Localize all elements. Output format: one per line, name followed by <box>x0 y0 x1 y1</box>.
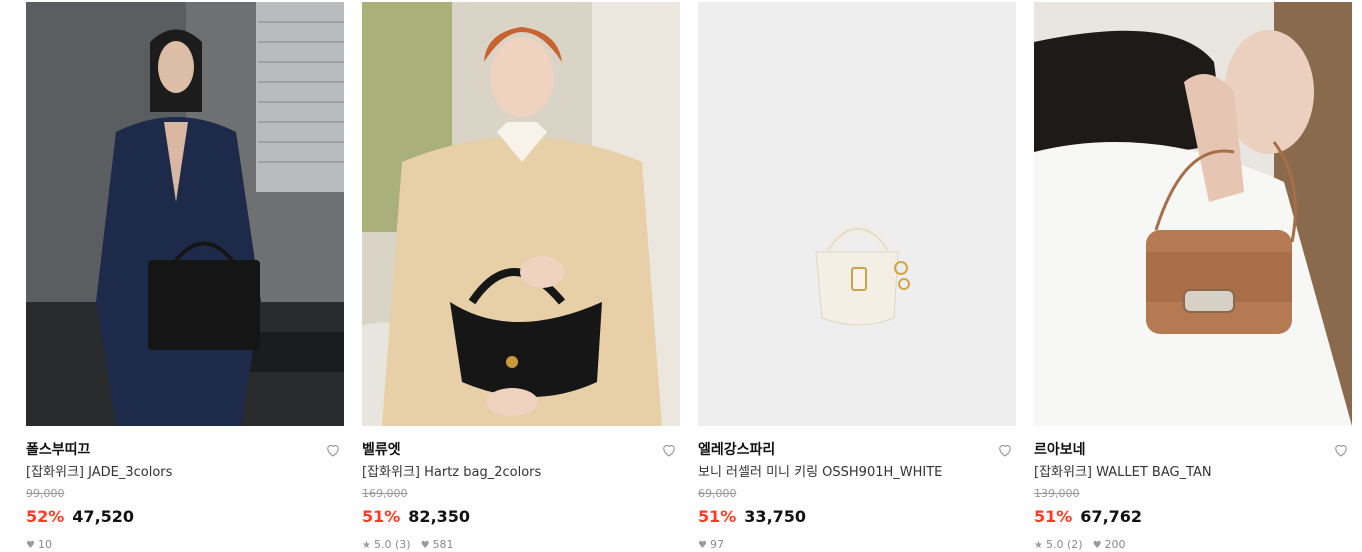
product-card[interactable]: 벨류엣 [잡화위크] Hartz bag_2colors 169,000 51%… <box>362 2 680 551</box>
product-card[interactable]: 르아보네 [잡화위크] WALLET BAG_TAN 139,000 51% 6… <box>1034 2 1352 551</box>
product-meta: ★ 5.0 (3) ♥ 581 <box>362 537 680 551</box>
product-grid: 폴스부띠끄 [잡화위크] JADE_3colors 99,000 52% 47,… <box>26 2 1352 551</box>
star-icon: ★ <box>362 539 371 551</box>
likes-count: 581 <box>432 537 454 551</box>
heart-outline-icon[interactable] <box>996 441 1014 459</box>
product-image[interactable] <box>26 2 344 426</box>
likes: ♥ 97 <box>698 538 724 551</box>
product-image[interactable] <box>1034 2 1352 426</box>
product-title[interactable]: [잡화위크] WALLET BAG_TAN <box>1034 463 1352 483</box>
original-price: 99,000 <box>26 487 65 500</box>
brand-name[interactable]: 엘레강스파리 <box>698 440 1016 460</box>
product-title[interactable]: [잡화위크] JADE_3colors <box>26 463 344 483</box>
brand-name[interactable]: 폴스부띠끄 <box>26 440 344 460</box>
rating: ★ 5.0 (3) <box>362 538 411 551</box>
heart-outline-icon[interactable] <box>1332 441 1350 459</box>
product-image[interactable] <box>698 2 1016 426</box>
product-title[interactable]: [잡화위크] Hartz bag_2colors <box>362 463 680 483</box>
product-image[interactable] <box>362 2 680 426</box>
product-meta: ♥ 10 <box>26 537 344 551</box>
product-card[interactable]: 엘레강스파리 보니 러셀러 미니 키링 OSSH901H_WHITE 69,00… <box>698 2 1016 551</box>
likes-count: 200 <box>1104 537 1126 551</box>
heart-outline-icon[interactable] <box>660 441 678 459</box>
sale-price: 33,750 <box>744 507 807 526</box>
heart-outline-icon[interactable] <box>324 441 342 459</box>
product-meta: ♥ 97 <box>698 537 1016 551</box>
product-meta: ★ 5.0 (2) ♥ 200 <box>1034 537 1352 551</box>
heart-filled-icon: ♥ <box>1092 539 1102 551</box>
likes: ♥ 10 <box>26 538 52 551</box>
price-row: 51% 33,750 <box>698 505 1016 529</box>
price-row: 52% 47,520 <box>26 505 344 529</box>
likes: ♥ 581 <box>421 538 454 551</box>
heart-filled-icon: ♥ <box>698 539 707 551</box>
discount-rate: 51% <box>698 507 737 526</box>
discount-rate: 51% <box>1034 507 1073 526</box>
likes: ♥ 200 <box>1093 538 1126 551</box>
rating-value: 5.0 <box>373 537 392 551</box>
original-price: 69,000 <box>698 487 737 500</box>
heart-filled-icon: ♥ <box>420 539 430 551</box>
likes-count: 97 <box>709 537 724 551</box>
sale-price: 67,762 <box>1080 507 1143 526</box>
brand-name[interactable]: 벨류엣 <box>362 440 680 460</box>
original-price: 139,000 <box>1034 487 1080 500</box>
sale-price: 47,520 <box>72 507 135 526</box>
discount-rate: 51% <box>362 507 401 526</box>
original-price: 169,000 <box>362 487 408 500</box>
likes-count: 10 <box>37 537 52 551</box>
discount-rate: 52% <box>26 507 65 526</box>
product-card[interactable]: 폴스부띠끄 [잡화위크] JADE_3colors 99,000 52% 47,… <box>26 2 344 551</box>
brand-name[interactable]: 르아보네 <box>1034 440 1352 460</box>
price-row: 51% 82,350 <box>362 505 680 529</box>
rating-value: 5.0 <box>1045 537 1064 551</box>
star-icon: ★ <box>1034 539 1043 551</box>
price-row: 51% 67,762 <box>1034 505 1352 529</box>
product-title[interactable]: 보니 러셀러 미니 키링 OSSH901H_WHITE <box>698 463 1016 483</box>
heart-filled-icon: ♥ <box>26 539 35 551</box>
sale-price: 82,350 <box>408 507 471 526</box>
review-count: (3) <box>394 537 411 551</box>
review-count: (2) <box>1066 537 1083 551</box>
rating: ★ 5.0 (2) <box>1034 538 1083 551</box>
